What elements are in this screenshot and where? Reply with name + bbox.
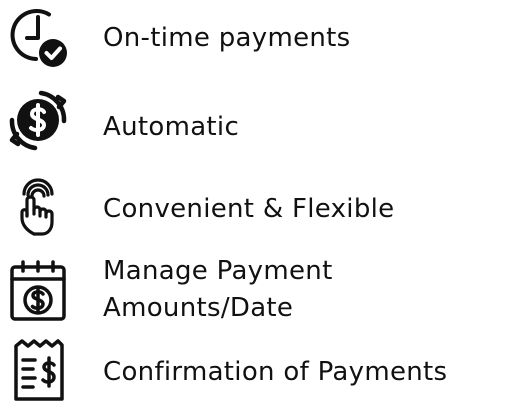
feature-manage-payment: Manage Payment Amounts/Date (0, 253, 506, 335)
feature-confirmation-payments: Confirmation of Payments (0, 333, 506, 410)
feature-label: Automatic (103, 112, 240, 142)
feature-convenient-flexible: Convenient & Flexible (0, 168, 506, 250)
dollar-cycle-icon (6, 88, 70, 152)
feature-label-line2: Amounts/Date (103, 293, 294, 323)
touch-finger-icon (6, 174, 70, 238)
feature-label: On-time payments (103, 23, 351, 53)
clock-check-icon (6, 6, 70, 70)
feature-on-time-payments: On-time payments (0, 0, 506, 80)
feature-label: Convenient & Flexible (103, 194, 395, 224)
calendar-dollar-icon (6, 259, 70, 323)
feature-list: On-time payments Automatic Convenient & … (0, 0, 506, 410)
feature-label: Manage Payment Amounts/Date (103, 253, 333, 327)
feature-label: Confirmation of Payments (103, 357, 448, 387)
receipt-dollar-icon (6, 338, 70, 402)
feature-automatic: Automatic (0, 82, 506, 168)
feature-label-line1: Manage Payment (103, 256, 333, 286)
